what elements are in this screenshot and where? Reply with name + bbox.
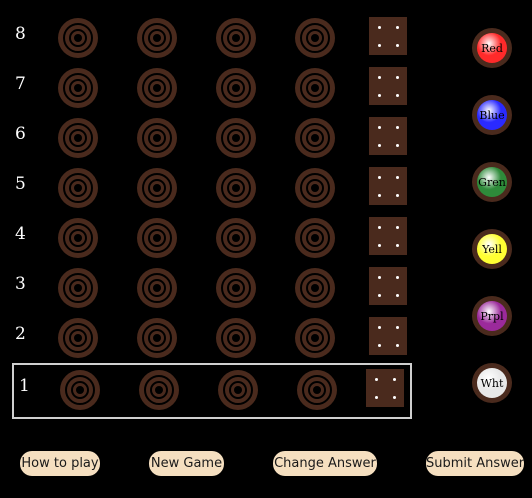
key-peg-dot: [378, 194, 381, 197]
peg-hole-2: [137, 18, 177, 58]
feedback-key-pegs: [369, 17, 407, 55]
blue-peg-icon[interactable]: Blue: [472, 95, 512, 135]
key-peg-dot: [378, 294, 381, 297]
peg-hole-3: [216, 268, 256, 308]
change-answer-button[interactable]: Change Answer: [273, 451, 377, 476]
key-peg-dot: [396, 94, 399, 97]
key-peg-dot: [396, 326, 399, 329]
key-peg-dot: [396, 276, 399, 279]
green-peg-icon[interactable]: Gren: [472, 162, 512, 202]
key-peg-dot: [378, 226, 381, 229]
peg-hole-3: [216, 318, 256, 358]
key-peg-dot: [396, 126, 399, 129]
feedback-key-pegs: [369, 317, 407, 355]
key-peg-dot: [396, 176, 399, 179]
key-peg-dot: [396, 194, 399, 197]
guess-row-8: 8: [0, 16, 420, 60]
guess-row-4: 4: [0, 216, 420, 260]
peg-hole-4: [295, 18, 335, 58]
peg-hole-3: [216, 168, 256, 208]
key-peg-dot: [378, 176, 381, 179]
key-peg-dot: [396, 144, 399, 147]
peg-hole-3: [216, 118, 256, 158]
palette-color-label: Red: [477, 33, 507, 63]
key-peg-dot: [378, 94, 381, 97]
palette-color-label: Prpl: [477, 301, 507, 331]
peg-hole-4: [295, 268, 335, 308]
key-peg-dot: [396, 26, 399, 29]
peg-hole-3: [216, 218, 256, 258]
guess-row-6: 6: [0, 116, 420, 160]
how-to-play-button[interactable]: How to play: [20, 451, 100, 476]
peg-hole-2: [137, 68, 177, 108]
feedback-key-pegs: [369, 267, 407, 305]
white-peg-icon[interactable]: Wht: [472, 363, 512, 403]
key-peg-dot: [378, 276, 381, 279]
key-peg-dot: [396, 294, 399, 297]
yellow-peg-icon[interactable]: Yell: [472, 229, 512, 269]
peg-hole-4: [295, 218, 335, 258]
peg-hole-1: [58, 118, 98, 158]
key-peg-dot: [378, 326, 381, 329]
feedback-key-pegs: [369, 217, 407, 255]
row-number-label: 2: [15, 324, 26, 344]
row-number-label: 5: [15, 174, 26, 194]
peg-hole-3: [216, 68, 256, 108]
guess-row-3: 3: [0, 266, 420, 310]
palette-color-label: Wht: [477, 368, 507, 398]
guess-row-7: 7: [0, 66, 420, 110]
peg-hole-2: [137, 218, 177, 258]
peg-hole-2: [137, 318, 177, 358]
guess-row-2: 2: [0, 316, 420, 360]
peg-hole-1: [58, 68, 98, 108]
key-peg-dot: [378, 244, 381, 247]
active-row-frame: [12, 363, 412, 419]
key-peg-dot: [396, 226, 399, 229]
palette-color-label: Blue: [477, 100, 507, 130]
peg-hole-1: [58, 168, 98, 208]
palette-color-label: Yell: [477, 234, 507, 264]
feedback-key-pegs: [369, 67, 407, 105]
feedback-key-pegs: [369, 117, 407, 155]
peg-hole-4: [295, 168, 335, 208]
red-peg-icon[interactable]: Red: [472, 28, 512, 68]
peg-hole-2: [137, 118, 177, 158]
peg-hole-3: [216, 18, 256, 58]
row-number-label: 8: [15, 24, 26, 44]
key-peg-dot: [378, 76, 381, 79]
peg-hole-4: [295, 68, 335, 108]
guess-row-5: 5: [0, 166, 420, 210]
peg-hole-1: [58, 18, 98, 58]
key-peg-dot: [378, 44, 381, 47]
row-number-label: 7: [15, 74, 26, 94]
key-peg-dot: [396, 44, 399, 47]
key-peg-dot: [396, 76, 399, 79]
peg-hole-1: [58, 218, 98, 258]
row-number-label: 6: [15, 124, 26, 144]
key-peg-dot: [396, 244, 399, 247]
submit-answer-button[interactable]: Submit Answer: [426, 451, 524, 476]
peg-hole-4: [295, 318, 335, 358]
key-peg-dot: [378, 144, 381, 147]
peg-hole-2: [137, 268, 177, 308]
purple-peg-icon[interactable]: Prpl: [472, 296, 512, 336]
palette-color-label: Gren: [477, 167, 507, 197]
row-number-label: 3: [15, 274, 26, 294]
row-number-label: 4: [15, 224, 26, 244]
key-peg-dot: [378, 126, 381, 129]
key-peg-dot: [396, 344, 399, 347]
peg-hole-1: [58, 268, 98, 308]
key-peg-dot: [378, 26, 381, 29]
peg-hole-4: [295, 118, 335, 158]
peg-hole-2: [137, 168, 177, 208]
new-game-button[interactable]: New Game: [149, 451, 224, 476]
mastermind-board: 87654321 Red Blue Gren Yell Prpl Wht How to p…: [0, 0, 532, 498]
peg-hole-1: [58, 318, 98, 358]
key-peg-dot: [378, 344, 381, 347]
feedback-key-pegs: [369, 167, 407, 205]
